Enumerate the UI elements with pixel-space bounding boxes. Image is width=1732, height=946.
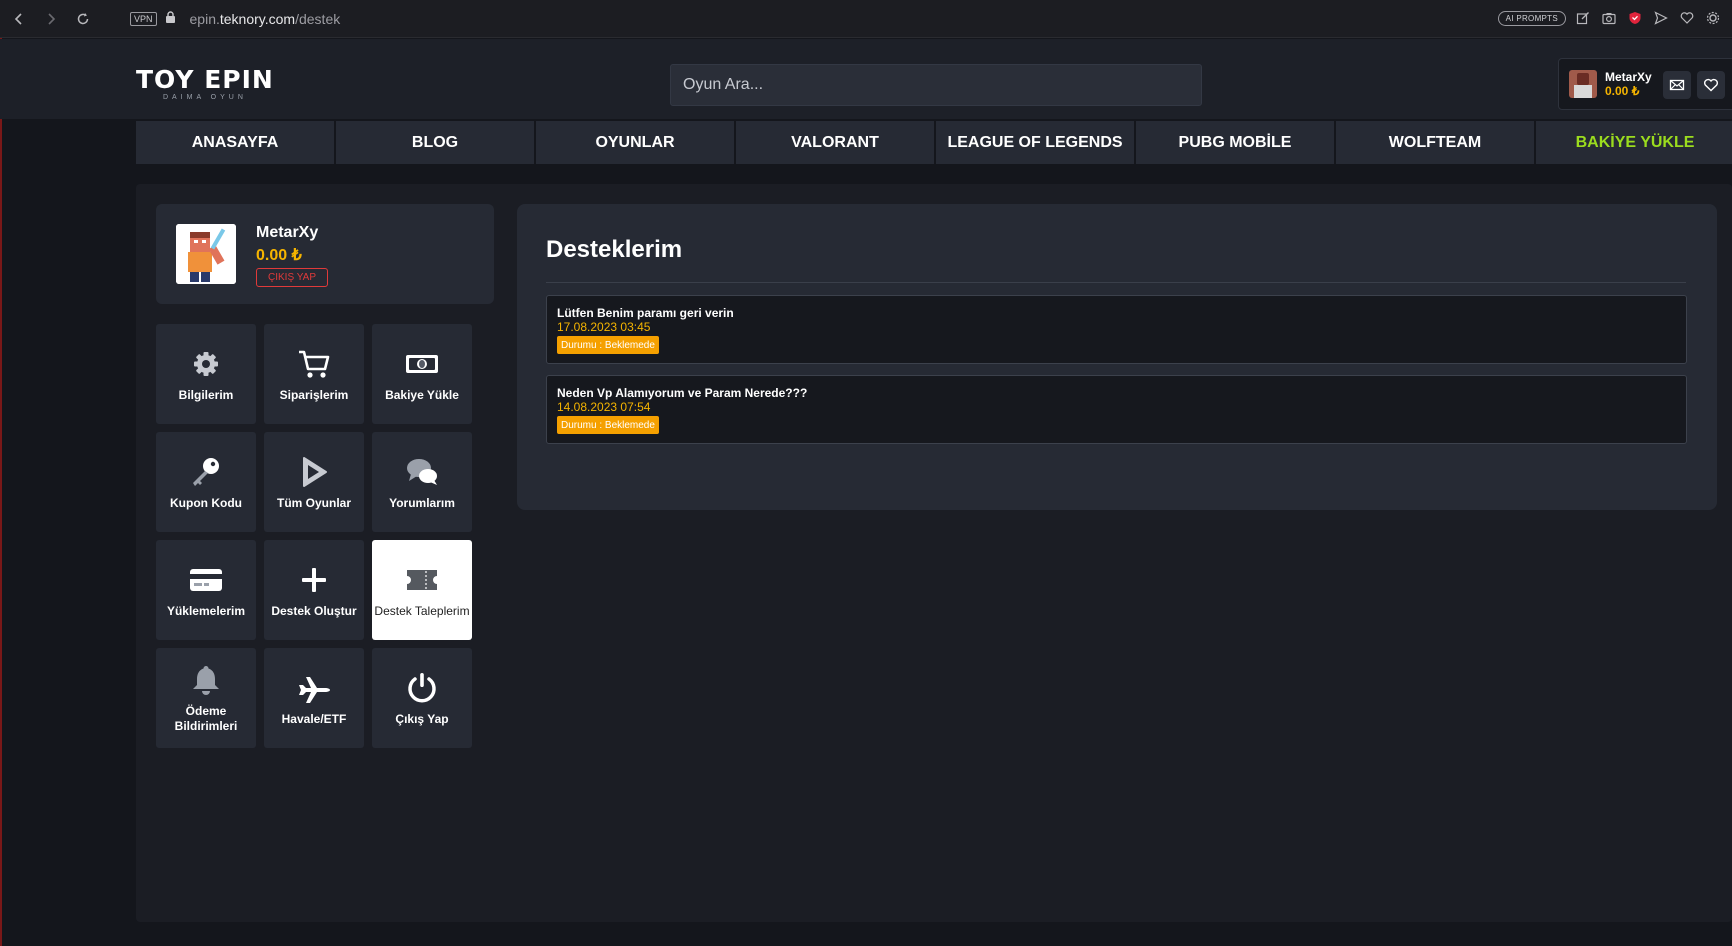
money-icon [404,346,440,382]
address-bar[interactable]: epin.teknory.com/destek [190,11,341,27]
nav-item-valorant[interactable]: VALORANT [736,121,934,164]
menu-tile-label: Kupon Kodu [170,495,242,510]
play-icon [296,454,332,490]
nav-item-bakiye-yukle[interactable]: BAKİYE YÜKLE [1536,121,1732,164]
vpn-badge[interactable]: VPN [130,11,157,26]
site-logo[interactable]: TOY EPIN DAIMA OYUN [136,65,274,101]
ticket-title: Lütfen Benim paramı geri verin [557,306,734,320]
menu-tile-odeme-bildirimleri[interactable]: Ödeme Bildirimleri [156,648,256,748]
ticket-date: 14.08.2023 07:54 [557,400,651,414]
avatar[interactable] [1569,70,1597,98]
nav-item-oyunlar[interactable]: OYUNLAR [536,121,734,164]
menu-tile-yuklemelerim[interactable]: Yüklemelerim [156,540,256,640]
key-icon [188,454,224,490]
send-icon[interactable] [1652,9,1670,27]
site-header: TOY EPIN DAIMA OYUN Oyun Ara... MetarXy … [0,39,1732,119]
status-badge: Durumu : Beklemede [557,336,659,354]
logo-tagline: DAIMA OYUN [162,94,247,101]
plus-icon [296,562,332,598]
power-icon [404,670,440,706]
menu-tile-label: Havale/ETF [281,711,347,726]
logout-button[interactable]: ÇIKIŞ YAP [256,268,328,287]
nav-item-blog[interactable]: BLOG [336,121,534,164]
nav-item-wolfteam[interactable]: WOLFTEAM [1336,121,1534,164]
account-content: MetarXy 0.00 ₺ ÇIKIŞ YAP Bilgilerim Sipa… [136,184,1732,922]
header-user-box[interactable]: MetarXy 0.00 ₺ [1558,58,1732,110]
menu-tile-label: Yorumlarım [389,495,455,510]
cart-icon [296,346,332,382]
comments-icon [404,454,440,490]
bell-icon [188,662,224,698]
edit-icon[interactable] [1574,9,1592,27]
menu-tile-bakiye-yukle[interactable]: Bakiye Yükle [372,324,472,424]
profile-name: MetarXy [256,224,319,241]
browser-toolbar: VPN epin.teknory.com/destek AI PROMPTS [0,0,1732,38]
menu-tile-label: Siparişlerim [279,387,349,402]
menu-tile-label: Yüklemelerim [166,603,246,618]
menu-tile-destek-taleplerim[interactable]: Destek Taleplerim [372,540,472,640]
menu-tile-label: Destek Taleplerim [374,603,470,618]
divider [546,282,1686,283]
plane-icon [296,670,332,706]
header-balance: 0.00 ₺ [1605,84,1640,98]
menu-tile-havale-etf[interactable]: Havale/ETF [264,648,364,748]
profile-balance: 0.00 ₺ [256,247,302,264]
menu-tile-label: Bakiye Yükle [385,387,459,402]
search-placeholder: Oyun Ara... [683,76,764,93]
ticket-icon [404,562,440,598]
nav-item-pubg-mobile[interactable]: PUBG MOBİLE [1136,121,1334,164]
page-title: Desteklerim [546,236,683,263]
window-edge [0,0,2,946]
menu-tile-yorumlarim[interactable]: Yorumlarım [372,432,472,532]
menu-tile-siparislerim[interactable]: Siparişlerim [264,324,364,424]
status-badge: Durumu : Beklemede [557,416,659,434]
lock-icon[interactable] [165,10,176,28]
support-ticket[interactable]: Lütfen Benim paramı geri verin 17.08.202… [546,295,1687,364]
gear-icon [188,346,224,382]
ticket-title: Neden Vp Alamıyorum ve Param Nerede??? [557,386,808,400]
menu-tile-label: Ödeme Bildirimleri [174,704,238,733]
search-input[interactable]: Oyun Ara... [670,64,1202,106]
ai-prompts-button[interactable]: AI PROMPTS [1497,10,1566,26]
camera-icon[interactable] [1600,9,1618,27]
settings-icon[interactable] [1704,9,1722,27]
menu-tile-destek-olustur[interactable]: Destek Oluştur [264,540,364,640]
avatar [176,224,236,284]
menu-tile-kupon-kodu[interactable]: Kupon Kodu [156,432,256,532]
nav-item-anasayfa[interactable]: ANASAYFA [136,121,334,164]
logo-text: TOY EPIN [136,65,274,94]
mail-icon[interactable] [1663,71,1691,99]
back-icon[interactable] [8,8,30,30]
shield-icon[interactable] [1626,9,1644,27]
profile-card: MetarXy 0.00 ₺ ÇIKIŞ YAP [156,204,494,304]
menu-tile-tum-oyunlar[interactable]: Tüm Oyunlar [264,432,364,532]
main-navigation: ANASAYFA BLOG OYUNLAR VALORANT LEAGUE OF… [136,121,1732,164]
menu-tile-label: Çıkış Yap [395,711,449,726]
support-ticket[interactable]: Neden Vp Alamıyorum ve Param Nerede??? 1… [546,375,1687,444]
reload-icon[interactable] [72,8,94,30]
favorites-icon[interactable] [1697,71,1725,99]
forward-icon[interactable] [40,8,62,30]
menu-tile-label: Tüm Oyunlar [276,495,351,510]
header-username: MetarXy [1605,70,1652,84]
nav-item-league-of-legends[interactable]: LEAGUE OF LEGENDS [936,121,1134,164]
credit-card-icon [188,562,224,598]
menu-tile-bilgilerim[interactable]: Bilgilerim [156,324,256,424]
menu-tile-label: Bilgilerim [178,387,234,402]
support-panel: Desteklerim Lütfen Benim paramı geri ver… [517,204,1717,510]
ticket-date: 17.08.2023 03:45 [557,320,651,334]
menu-tile-cikis-yap[interactable]: Çıkış Yap [372,648,472,748]
menu-tile-label: Destek Oluştur [271,603,357,618]
heart-icon[interactable] [1678,9,1696,27]
